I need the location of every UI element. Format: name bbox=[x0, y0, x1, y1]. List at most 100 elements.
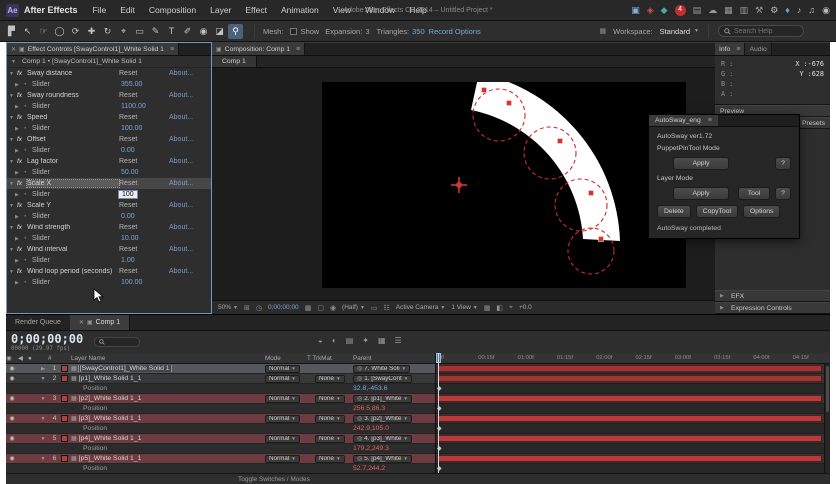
mask-tool[interactable]: ▭ bbox=[132, 24, 147, 39]
mode-dropdown[interactable]: Normal ▼ bbox=[265, 434, 300, 443]
wireframe-icon[interactable]: ☷ bbox=[384, 304, 390, 312]
twirl-icon[interactable]: ▼ bbox=[38, 396, 48, 402]
view-layout-dropdown[interactable]: 1 View ▼ bbox=[451, 304, 477, 311]
timeline-search[interactable] bbox=[94, 337, 141, 347]
layer-row[interactable]: ◉ ▼ 4 ▦ [p3]_White Solid 1_1 Normal ▼ None ▼ ◎ 3. … bbox=[6, 414, 435, 424]
twirl-icon[interactable]: ▶ bbox=[15, 258, 23, 264]
pixel-aspect-icon[interactable]: ▦ bbox=[484, 304, 491, 312]
effect-row[interactable]: ▼ fx Offset Reset About... bbox=[7, 134, 211, 145]
options-button[interactable]: Options bbox=[743, 205, 781, 218]
eye-icon[interactable]: ◉ bbox=[6, 375, 18, 382]
track-row[interactable]: ◆ bbox=[436, 444, 824, 454]
label-color-swatch[interactable] bbox=[61, 455, 68, 462]
trkmat-column-header[interactable]: T TrkMat bbox=[307, 355, 353, 362]
stopwatch-icon[interactable]: ◔ bbox=[23, 258, 32, 264]
slider-value[interactable]: 0.00 bbox=[121, 147, 135, 154]
mode-dropdown[interactable]: Normal ▼ bbox=[265, 414, 300, 423]
parent-dropdown[interactable]: ◎ 2. [p1]_White ▼ bbox=[353, 394, 412, 403]
camera-dropdown[interactable]: Active Camera ▼ bbox=[396, 304, 446, 311]
timeline-track-area[interactable]: 0f 00:15f 01:00f 01:15f 02:00f 02:15f 03:00f 03… bbox=[435, 353, 830, 473]
parent-dropdown[interactable]: ◎ 7. White Soli ▼ bbox=[353, 364, 411, 373]
motion-blur-icon[interactable]: ▦ bbox=[378, 336, 386, 345]
position-label[interactable]: Position bbox=[71, 445, 221, 452]
eye-icon[interactable]: ◉ bbox=[6, 415, 18, 422]
mode-dropdown[interactable]: Normal ▼ bbox=[265, 374, 300, 383]
layer-duration-bar[interactable] bbox=[437, 375, 822, 382]
composition-viewer[interactable] bbox=[212, 68, 715, 300]
layer-name-cell[interactable]: ▦ [p1]_White Solid 1_1 bbox=[71, 375, 221, 382]
expansion-value[interactable]: 3 bbox=[365, 27, 369, 36]
parent-dropdown[interactable]: ◎ 4. [p3]_White ▼ bbox=[353, 434, 412, 443]
show-checkbox[interactable] bbox=[290, 27, 298, 35]
trkmat-dropdown[interactable]: None ▼ bbox=[315, 374, 345, 383]
reset-button[interactable]: Reset bbox=[119, 246, 169, 253]
layer-name-cell[interactable]: ▦ [p2]_White Solid 1_1 bbox=[71, 395, 221, 402]
reset-button[interactable]: Reset bbox=[119, 180, 169, 187]
grid-options-icon[interactable]: ⊞ bbox=[244, 304, 250, 312]
zoom-tool[interactable]: ◯ bbox=[52, 24, 67, 39]
reset-button[interactable]: Reset bbox=[119, 202, 169, 209]
render-queue-tab[interactable]: Render Queue bbox=[6, 315, 70, 330]
mode-dropdown[interactable]: Normal ▼ bbox=[265, 394, 300, 403]
about-link[interactable]: About... bbox=[169, 70, 193, 77]
stopwatch-icon[interactable]: ◔ bbox=[23, 192, 32, 198]
twirl-icon[interactable]: ▶ bbox=[15, 214, 23, 220]
eye-icon[interactable]: ◉ bbox=[6, 455, 18, 462]
reset-button[interactable]: Reset bbox=[119, 70, 169, 77]
track-row[interactable] bbox=[436, 414, 824, 424]
label-color-swatch[interactable] bbox=[61, 365, 68, 372]
effect-row[interactable]: ▼ fx Wind interval Reset About... bbox=[7, 244, 211, 255]
notification-badge[interactable]: 4 bbox=[674, 4, 686, 16]
about-link[interactable]: About... bbox=[169, 268, 193, 275]
panel-menu-icon[interactable]: ≡ bbox=[296, 46, 300, 53]
stopwatch-icon[interactable]: ◔ bbox=[23, 170, 32, 176]
twirl-icon[interactable]: ▶ bbox=[15, 82, 23, 88]
position-label[interactable]: Position bbox=[71, 385, 221, 392]
trkmat-dropdown[interactable]: None ▼ bbox=[315, 414, 345, 423]
twirl-icon[interactable]: ▼ bbox=[38, 436, 48, 442]
effect-row[interactable]: ▼ fx Sway roundness Reset About... bbox=[7, 90, 211, 101]
label-color-swatch[interactable] bbox=[61, 395, 68, 402]
audio-icon[interactable]: ♪ bbox=[797, 3, 802, 17]
effect-row[interactable]: ▼ fx Scale X Reset About... bbox=[7, 178, 211, 189]
slider-row[interactable]: ▶ ◔ Slider 1100.00 bbox=[7, 101, 211, 112]
about-link[interactable]: About... bbox=[169, 224, 193, 231]
channel-icon[interactable]: ◉ bbox=[330, 304, 336, 312]
efx-panel-header[interactable]: ▶ EFX bbox=[715, 290, 830, 302]
close-icon[interactable]: ✕ bbox=[11, 46, 16, 53]
layer-name-cell[interactable]: ▦ [SwayControl1]_White Solid 1 bbox=[71, 365, 221, 372]
position-value[interactable]: 179.2,249.3 bbox=[353, 445, 435, 452]
scrollbar-thumb[interactable] bbox=[826, 366, 829, 412]
twirl-icon[interactable]: ▼ bbox=[38, 456, 48, 462]
comp-1-subtab[interactable]: Comp 1 bbox=[212, 56, 257, 67]
slider-value[interactable]: 1100.00 bbox=[121, 103, 146, 110]
twirl-icon[interactable]: ▼ bbox=[38, 416, 48, 422]
twirl-icon[interactable]: ▼ bbox=[9, 181, 17, 187]
layer-name-cell[interactable]: ▦ [p5]_White Solid 1_1 bbox=[71, 455, 221, 462]
layer-help-button[interactable]: ? bbox=[775, 187, 791, 200]
slider-value[interactable]: 100.00 bbox=[121, 279, 142, 286]
workspace-dropdown[interactable]: Standard bbox=[660, 27, 690, 36]
track-row[interactable] bbox=[436, 454, 824, 464]
effect-row[interactable]: ▼ fx Speed Reset About... bbox=[7, 112, 211, 123]
track-row[interactable] bbox=[436, 394, 824, 404]
hide-shy-icon[interactable]: ▤ bbox=[346, 336, 354, 345]
mode-column-header[interactable]: Mode bbox=[265, 355, 307, 362]
slider-row[interactable]: ▶ ◔ Slider 100.00 bbox=[7, 123, 211, 134]
layer-color-chip[interactable] bbox=[61, 365, 71, 372]
stopwatch-icon[interactable]: ◔ bbox=[23, 148, 32, 154]
trkmat-dropdown[interactable]: None ▼ bbox=[315, 434, 345, 443]
exposure-value[interactable]: +0.0 bbox=[519, 304, 532, 311]
twirl-icon[interactable]: ▼ bbox=[9, 269, 17, 275]
twirl-icon[interactable]: ▼ bbox=[11, 59, 19, 65]
gear-icon[interactable]: ⚙ bbox=[770, 3, 778, 17]
twirl-icon[interactable]: ▶ bbox=[15, 148, 23, 154]
tab-info[interactable]: Info ≡ bbox=[715, 43, 746, 55]
layer-name-cell[interactable]: ▦ [p4]_White Solid 1_1 bbox=[71, 435, 221, 442]
orbit-tool[interactable]: ⟳ bbox=[68, 24, 83, 39]
layer-name-column-header[interactable]: Layer Name bbox=[71, 355, 221, 362]
layer-tool-button[interactable]: Tool bbox=[738, 187, 770, 200]
label-color-swatch[interactable] bbox=[61, 415, 68, 422]
panel-menu-icon[interactable]: ≡ bbox=[708, 117, 712, 124]
position-row[interactable]: Position 32.8,-453.6 bbox=[6, 384, 435, 394]
